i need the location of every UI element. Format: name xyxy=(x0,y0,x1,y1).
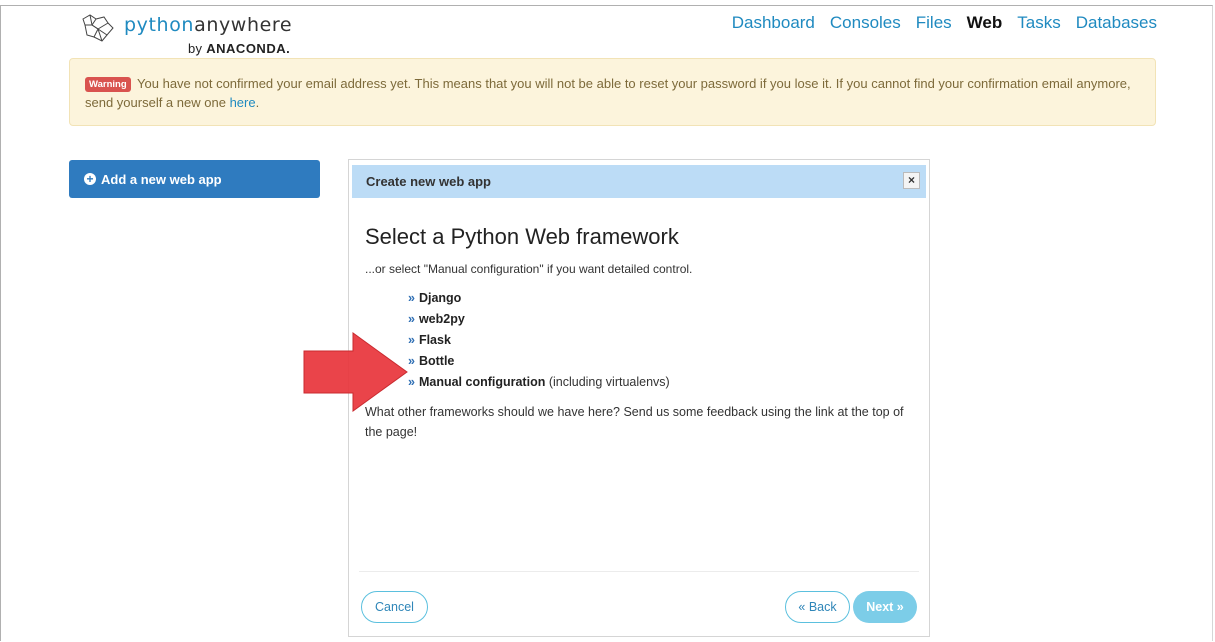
nav-web[interactable]: Web xyxy=(967,13,1003,33)
framework-name[interactable]: web2py xyxy=(419,312,465,326)
warning-badge: Warning xyxy=(85,77,131,92)
framework-option-flask[interactable]: » Flask xyxy=(408,330,670,351)
nav-consoles[interactable]: Consoles xyxy=(830,13,901,33)
pythonanywhere-logo[interactable]: pythonanywhere by ANACONDA. xyxy=(80,13,300,59)
brand-wordmark: pythonanywhere xyxy=(124,14,293,36)
framework-option-bottle[interactable]: » Bottle xyxy=(408,351,670,372)
python-logo-icon xyxy=(82,14,114,42)
resend-email-link[interactable]: here xyxy=(230,95,256,110)
dialog-title: Select a Python Web framework xyxy=(365,224,679,249)
footer-divider xyxy=(359,571,919,572)
nav-databases[interactable]: Databases xyxy=(1076,13,1157,33)
warning-trailing: . xyxy=(255,95,260,110)
plus-circle-icon: + xyxy=(84,173,96,185)
dialog-header-title: Create new web app xyxy=(366,174,491,189)
framework-name[interactable]: Flask xyxy=(419,333,451,347)
dialog-header: Create new web app × xyxy=(352,165,926,198)
close-icon[interactable]: × xyxy=(903,172,920,189)
cancel-button[interactable]: Cancel xyxy=(361,591,428,623)
framework-option-web2py[interactable]: » web2py xyxy=(408,309,670,330)
framework-name[interactable]: Bottle xyxy=(419,354,454,368)
raquo-icon: » xyxy=(408,291,415,305)
framework-name[interactable]: Django xyxy=(419,291,461,305)
framework-option-manual[interactable]: » Manual configuration (including virtual… xyxy=(408,372,670,393)
back-button[interactable]: « Back xyxy=(785,591,850,623)
email-warning-alert: Warning You have not confirmed your emai… xyxy=(69,58,1156,126)
nav-files[interactable]: Files xyxy=(916,13,952,33)
raquo-icon: » xyxy=(408,312,415,326)
annotation-arrow-icon xyxy=(303,332,408,412)
framework-name[interactable]: Manual configuration xyxy=(419,375,545,389)
create-web-app-dialog: Create new web app × Select a Python Web… xyxy=(348,159,930,637)
feedback-text: What other frameworks should we have her… xyxy=(365,405,904,439)
brand-byline: by ANACONDA. xyxy=(188,41,291,56)
add-web-app-label: Add a new web app xyxy=(101,171,222,187)
dialog-subtitle: ...or select "Manual configuration" if y… xyxy=(365,262,693,276)
framework-option-django[interactable]: » Django xyxy=(408,288,670,309)
nav-tasks[interactable]: Tasks xyxy=(1017,13,1060,33)
framework-note: (including virtualenvs) xyxy=(548,375,670,389)
add-web-app-button[interactable]: + Add a new web app xyxy=(69,160,320,198)
framework-list: » Django » web2py » Flask » Bottle » Manual c… xyxy=(408,288,670,393)
next-button[interactable]: Next » xyxy=(853,591,917,623)
top-nav: Dashboard Consoles Files Web Tasks Datab… xyxy=(732,13,1157,33)
nav-dashboard[interactable]: Dashboard xyxy=(732,13,815,33)
